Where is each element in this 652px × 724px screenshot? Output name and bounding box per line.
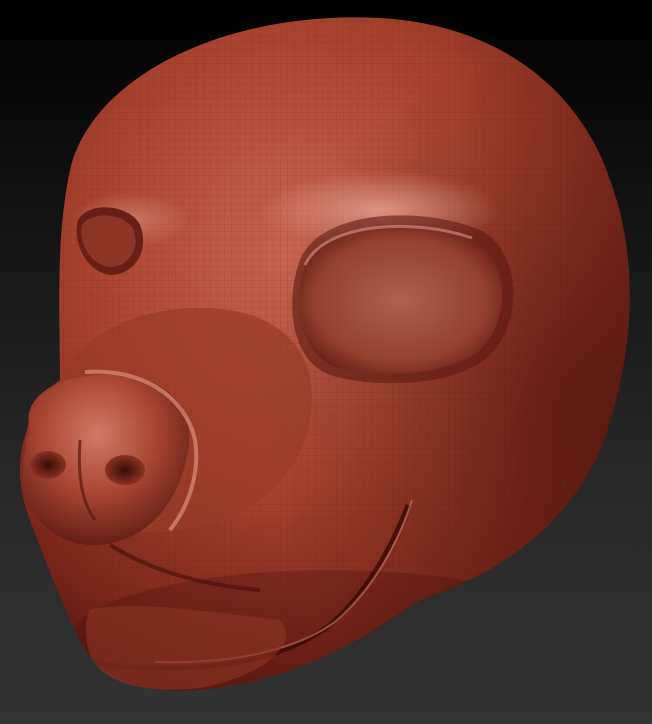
3d-viewport[interactable] [0, 0, 652, 724]
sculpt-render [20, 17, 630, 691]
right-nostril [105, 455, 145, 485]
left-nostril [30, 451, 66, 479]
right-eye-socket [292, 215, 514, 384]
